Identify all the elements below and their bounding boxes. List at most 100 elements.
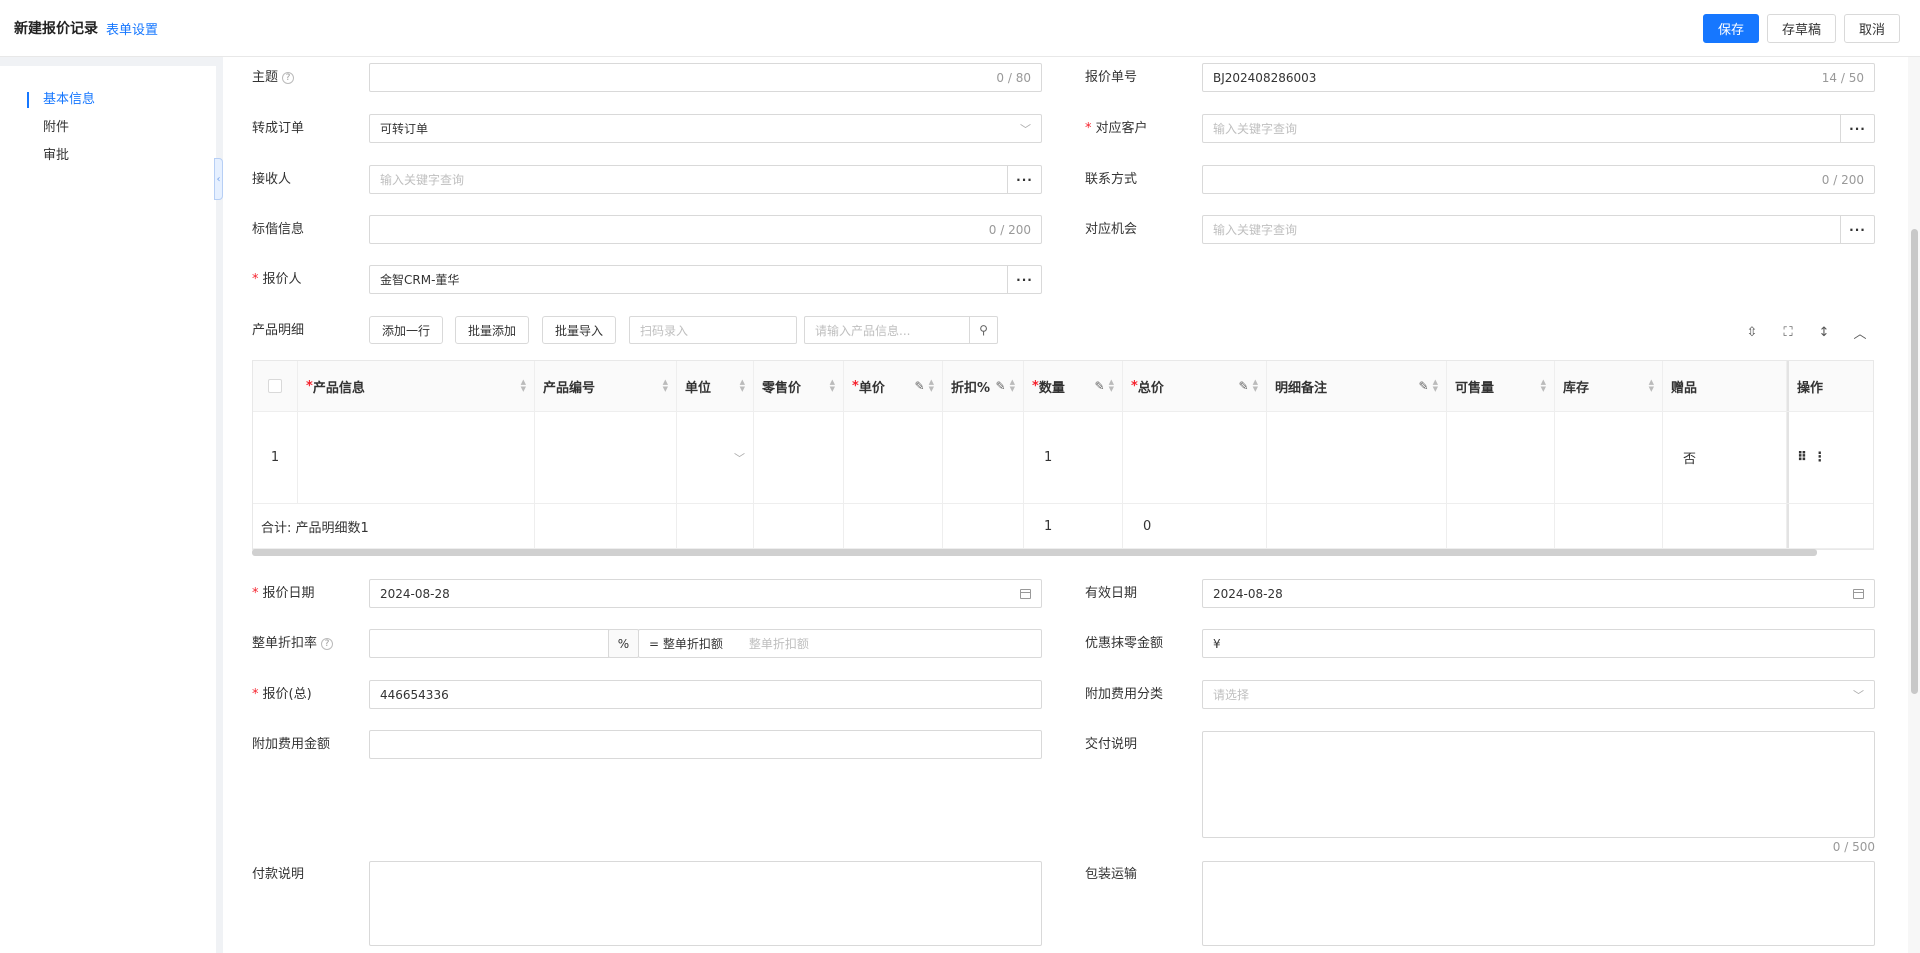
nav-item-attachments[interactable]: 附件	[0, 114, 216, 142]
fullscreen-icon[interactable]: ⛶	[1778, 322, 1798, 342]
quote-no-input[interactable]: BJ202408286003 14 / 50	[1202, 63, 1875, 92]
sort-icon[interactable]: ▲ ▼	[1010, 379, 1015, 393]
edit-icon[interactable]: ✎	[1095, 379, 1105, 393]
sort-icon[interactable]: ▲ ▼	[1649, 379, 1654, 393]
edit-icon[interactable]: ✎	[915, 379, 925, 393]
sort-icon[interactable]: ▲ ▼	[830, 379, 835, 393]
table-horizontal-scrollbar[interactable]	[252, 549, 1817, 556]
detail-note-cell[interactable]	[1267, 412, 1447, 503]
subject-input[interactable]: 0 / 80	[369, 63, 1042, 92]
receiver-input[interactable]: 输入关键字查询 ···	[369, 165, 1042, 194]
valid-date-label: 有效日期	[1085, 586, 1138, 601]
quantity-cell[interactable]: 1	[1024, 412, 1123, 503]
sort-icon[interactable]: ▲ ▼	[1109, 379, 1114, 393]
packing-textarea[interactable]	[1202, 861, 1875, 946]
discount-cell[interactable]	[943, 412, 1024, 503]
edit-icon[interactable]: ✎	[1419, 379, 1429, 393]
total-input[interactable]: 446654336	[369, 680, 1042, 709]
sort-icon[interactable]: ▲ ▼	[929, 379, 934, 393]
sort-icon[interactable]: ▲ ▼	[1433, 379, 1438, 393]
batch-import-button[interactable]: 批量导入	[542, 316, 617, 344]
customer-label: * 对应客户	[1085, 121, 1148, 136]
customer-more-button[interactable]: ···	[1840, 114, 1874, 143]
row-height-icon[interactable]: ⇳	[1742, 322, 1762, 342]
row-actions-cell: ⠿ ⋮	[1787, 412, 1873, 503]
col-stock[interactable]: 库存 ▲ ▼	[1555, 361, 1663, 411]
product-search-input[interactable]: 请输入产品信息... ⚲	[804, 316, 998, 344]
sort-icon[interactable]: ▲ ▼	[521, 379, 526, 393]
col-product-code[interactable]: 产品编号 ▲ ▼	[535, 361, 677, 411]
drag-handle-icon[interactable]: ⠿	[1797, 450, 1807, 465]
more-vertical-icon[interactable]: ⋮	[1813, 450, 1826, 465]
col-unit[interactable]: 单位 ▲ ▼	[677, 361, 754, 411]
search-icon[interactable]: ⚲	[969, 317, 997, 343]
col-retail-price[interactable]: 零售价 ▲ ▼	[754, 361, 844, 411]
bid-info-input[interactable]: 0 / 200	[369, 215, 1042, 244]
batch-add-button[interactable]: 批量添加	[455, 316, 530, 344]
payment-textarea[interactable]	[369, 861, 1042, 946]
receiver-label: 接收人	[252, 172, 292, 187]
gift-cell[interactable]: 否	[1663, 412, 1787, 503]
sort-icon[interactable]: ▲ ▼	[1541, 379, 1546, 393]
col-quantity[interactable]: * 数量 ✎ ▲ ▼	[1024, 361, 1123, 411]
contact-input[interactable]: 0 / 200	[1202, 165, 1875, 194]
col-gift: 赠品	[1663, 361, 1787, 411]
nav-item-approval[interactable]: 审批	[0, 142, 216, 170]
sort-icon[interactable]: ▲ ▼	[740, 379, 745, 393]
select-all-checkbox[interactable]	[268, 379, 282, 393]
expand-vertical-icon[interactable]: ↕	[1814, 322, 1834, 342]
col-sellable[interactable]: 可售量 ▲ ▼	[1447, 361, 1555, 411]
rounding-input[interactable]: ¥	[1202, 629, 1875, 658]
sidebar-collapse-handle[interactable]: ‹	[214, 158, 223, 200]
form-settings-link[interactable]: 表单设置	[106, 19, 158, 38]
edit-icon[interactable]: ✎	[1239, 379, 1249, 393]
vertical-scrollbar[interactable]	[1908, 57, 1920, 953]
convert-order-select[interactable]: 可转订单 ﹀	[369, 114, 1042, 143]
save-button[interactable]: 保存	[1702, 13, 1759, 43]
discount-amount-input[interactable]: 整单折扣额	[733, 635, 1041, 652]
quoter-more-button[interactable]: ···	[1007, 265, 1041, 294]
scrollbar-thumb[interactable]	[1911, 229, 1918, 694]
table-row: 1 ﹀ 1 否 ⠿ ⋮	[253, 412, 1873, 504]
discount-rate-input[interactable]	[369, 629, 609, 658]
col-product-info[interactable]: * 产品信息 ▲ ▼	[298, 361, 535, 411]
total-price-cell[interactable]	[1123, 412, 1267, 503]
nav-item-basic-info[interactable]: 基本信息	[0, 86, 216, 114]
opportunity-label: 对应机会	[1085, 222, 1138, 237]
scan-input[interactable]: 扫码录入	[629, 316, 797, 344]
valid-date-input[interactable]: 2024-08-28	[1202, 579, 1875, 608]
collapse-up-icon[interactable]: ︿	[1850, 322, 1870, 342]
receiver-more-button[interactable]: ···	[1007, 165, 1041, 194]
sort-icon[interactable]: ▲ ▼	[1253, 379, 1258, 393]
row-index: 1	[253, 412, 298, 503]
unit-cell[interactable]: ﹀	[677, 412, 754, 503]
col-detail-note[interactable]: 明细备注 ✎ ▲ ▼	[1267, 361, 1447, 411]
opportunity-more-button[interactable]: ···	[1840, 215, 1874, 244]
sort-icon[interactable]: ▲ ▼	[663, 379, 668, 393]
summary-cell: 合计: 产品明细数1	[253, 504, 535, 548]
col-unit-price[interactable]: * 单价 ✎ ▲ ▼	[844, 361, 943, 411]
add-row-button[interactable]: 添加一行	[369, 316, 444, 344]
opportunity-input[interactable]: 输入关键字查询 ···	[1202, 215, 1875, 244]
payment-label: 付款说明	[252, 867, 305, 882]
save-draft-button[interactable]: 存草稿	[1766, 13, 1836, 43]
retail-price-cell[interactable]	[754, 412, 844, 503]
delivery-textarea[interactable]	[1202, 731, 1875, 838]
extra-fee-type-label: 附加费用分类	[1085, 687, 1164, 702]
product-info-cell[interactable]	[298, 412, 535, 503]
calendar-icon	[1853, 588, 1864, 599]
quote-date-input[interactable]: 2024-08-28	[369, 579, 1042, 608]
edit-icon[interactable]: ✎	[996, 379, 1006, 393]
extra-fee-amount-input[interactable]	[369, 730, 1042, 759]
unit-price-cell[interactable]	[844, 412, 943, 503]
customer-input[interactable]: 输入关键字查询 ···	[1202, 114, 1875, 143]
col-total-price[interactable]: * 总价 ✎ ▲ ▼	[1123, 361, 1267, 411]
product-table: * 产品信息 ▲ ▼ 产品编号 ▲ ▼ 单位 ▲ ▼ 零售价 ▲ ▼ * 单价 ✎ ▲ ▼ 折扣% ✎ ▲ ▼ …	[252, 360, 1874, 550]
chevron-down-icon: ﹀	[734, 451, 745, 465]
col-discount[interactable]: 折扣% ✎ ▲ ▼	[943, 361, 1024, 411]
cancel-button[interactable]: 取消	[1843, 13, 1900, 43]
col-actions: 操作	[1787, 361, 1873, 411]
product-code-cell[interactable]	[535, 412, 677, 503]
extra-fee-type-select[interactable]: 请选择 ﹀	[1202, 680, 1875, 709]
quoter-input[interactable]: 金智CRM-董华 ···	[369, 265, 1042, 294]
